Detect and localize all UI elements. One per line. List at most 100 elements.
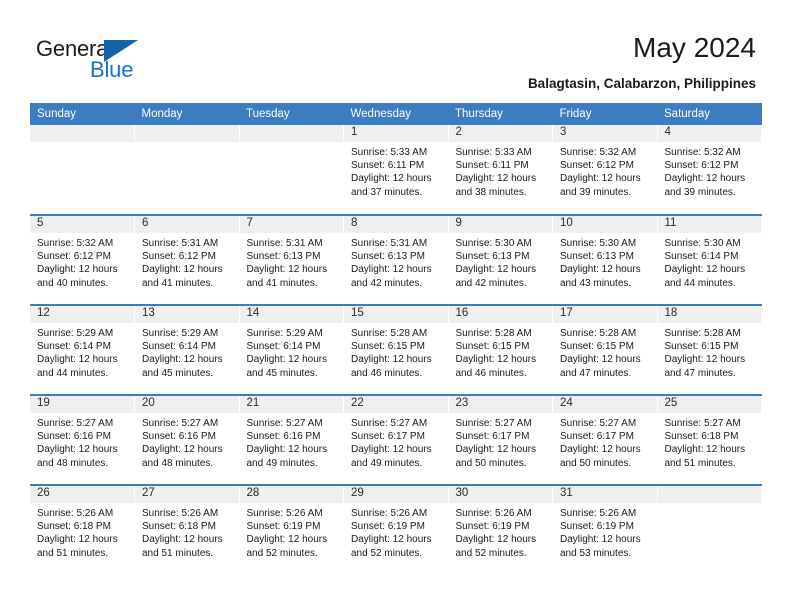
day-detail-line: Sunset: 6:12 PM [142,251,216,263]
day-detail-line: Daylight: 12 hours [351,173,432,185]
calendar-day-cell[interactable]: 13 Sunrise: 5:29 AM Sunset: 6:14 PM Dayligh… [134,304,240,395]
calendar-day-cell[interactable]: 14 Sunrise: 5:29 AM Sunset: 6:14 PM Dayligh… [239,304,344,395]
day-detail-line: Sunrise: 5:30 AM [664,238,741,249]
calendar-day-cell[interactable]: 4 Sunrise: 5:32 AM Sunset: 6:12 PM Daylight… [657,125,762,215]
calendar-day-cell[interactable]: 22 Sunrise: 5:27 AM Sunset: 6:17 PM Dayligh… [343,394,449,485]
calendar-day-cell[interactable]: 10 Sunrise: 5:30 AM Sunset: 6:13 PM Dayligh… [552,214,658,305]
day-detail-line: Sunset: 6:13 PM [246,251,321,263]
calendar-day-cell[interactable]: 21 Sunrise: 5:27 AM Sunset: 6:16 PM Dayligh… [239,394,344,485]
day-details: Sunrise: 5:26 AM Sunset: 6:18 PM Daylight:… [30,503,134,560]
day-number: 14 [239,306,343,323]
day-detail-line: Sunset: 6:19 PM [351,521,425,533]
page-title: May 2024 [633,32,756,63]
day-detail-line: Daylight: 12 hours [142,534,223,546]
calendar-day-cell[interactable]: 6 Sunrise: 5:31 AM Sunset: 6:12 PM Daylight… [134,214,240,305]
calendar-day-cell[interactable]: 29 Sunrise: 5:26 AM Sunset: 6:19 PM Dayligh… [343,484,449,575]
day-details: Sunrise: 5:30 AM Sunset: 6:13 PM Daylight:… [553,233,657,290]
calendar-day-cell[interactable]: 30 Sunrise: 5:26 AM Sunset: 6:19 PM Dayligh… [448,484,553,575]
calendar-day-cell[interactable]: 28 Sunrise: 5:26 AM Sunset: 6:19 PM Dayligh… [239,484,344,575]
day-detail-line: Sunset: 6:13 PM [351,251,425,263]
day-detail-line: and 42 minutes. [351,277,423,289]
day-detail-line: Daylight: 12 hours [664,173,746,185]
calendar-day-cell-empty [134,125,240,215]
day-detail-line: Sunset: 6:16 PM [37,431,111,443]
calendar-day-cell-empty [239,125,344,215]
day-detail-line: Sunset: 6:12 PM [560,160,634,172]
calendar-day-cell[interactable]: 17 Sunrise: 5:28 AM Sunset: 6:15 PM Dayligh… [552,304,658,395]
day-detail-line: Sunset: 6:18 PM [664,431,739,443]
day-detail-line: Sunrise: 5:32 AM [560,147,637,158]
weekday-header-tuesday: Tuesday [239,103,344,125]
calendar-day-cell[interactable]: 27 Sunrise: 5:26 AM Sunset: 6:18 PM Dayligh… [134,484,240,575]
day-detail-line: Daylight: 12 hours [142,444,223,456]
calendar-day-cell[interactable]: 25 Sunrise: 5:27 AM Sunset: 6:18 PM Dayligh… [657,394,762,485]
day-detail-line: and 51 minutes. [37,547,109,559]
day-detail-line: Sunset: 6:15 PM [351,341,425,353]
day-detail-line: Sunset: 6:19 PM [560,521,634,533]
calendar-week-row: 19 Sunrise: 5:27 AM Sunset: 6:16 PM Dayligh… [30,394,762,485]
day-number: 24 [553,396,657,413]
calendar-day-cell[interactable]: 12 Sunrise: 5:29 AM Sunset: 6:14 PM Dayligh… [30,304,135,395]
calendar-day-cell[interactable]: 9 Sunrise: 5:30 AM Sunset: 6:13 PM Daylight… [448,214,553,305]
general-blue-logo: General Blue [36,36,176,86]
calendar-day-cell[interactable]: 18 Sunrise: 5:28 AM Sunset: 6:15 PM Dayligh… [657,304,762,395]
day-details: Sunrise: 5:29 AM Sunset: 6:14 PM Daylight:… [30,323,134,380]
day-details: Sunrise: 5:32 AM Sunset: 6:12 PM Daylight:… [658,142,762,199]
day-detail-line: Sunset: 6:14 PM [664,251,739,263]
day-detail-line: and 52 minutes. [246,547,318,559]
day-detail-line: Daylight: 12 hours [142,264,223,276]
day-detail-line: Sunset: 6:13 PM [560,251,634,263]
day-number [30,125,134,142]
day-detail-line: and 41 minutes. [142,277,214,289]
day-detail-line: Sunrise: 5:31 AM [142,238,219,249]
calendar-day-cell[interactable]: 15 Sunrise: 5:28 AM Sunset: 6:15 PM Dayligh… [343,304,449,395]
day-detail-line: and 45 minutes. [246,367,318,379]
day-details: Sunrise: 5:26 AM Sunset: 6:19 PM Daylight:… [344,503,448,560]
calendar-day-cell[interactable]: 23 Sunrise: 5:27 AM Sunset: 6:17 PM Dayligh… [448,394,553,485]
day-detail-line: Daylight: 12 hours [37,264,118,276]
day-number [135,125,239,142]
day-detail-line: and 48 minutes. [37,457,109,469]
page-subtitle: Balagtasin, Calabarzon, Philippines [527,76,756,91]
calendar-day-cell[interactable]: 11 Sunrise: 5:30 AM Sunset: 6:14 PM Dayligh… [657,214,762,305]
calendar-day-cell[interactable]: 16 Sunrise: 5:28 AM Sunset: 6:15 PM Dayligh… [448,304,553,395]
weekday-header-friday: Friday [552,103,657,125]
day-detail-line: Sunset: 6:15 PM [664,341,739,353]
calendar-day-cell[interactable]: 26 Sunrise: 5:26 AM Sunset: 6:18 PM Dayligh… [30,484,135,575]
day-detail-line: Daylight: 12 hours [37,444,118,456]
calendar-day-cell[interactable]: 5 Sunrise: 5:32 AM Sunset: 6:12 PM Daylight… [30,214,135,305]
day-detail-line: Sunrise: 5:26 AM [37,508,114,519]
day-detail-line: and 53 minutes. [560,547,632,559]
calendar-day-cell[interactable]: 19 Sunrise: 5:27 AM Sunset: 6:16 PM Dayligh… [30,394,135,485]
calendar-day-cell[interactable]: 24 Sunrise: 5:27 AM Sunset: 6:17 PM Dayligh… [552,394,658,485]
day-detail-line: and 47 minutes. [560,367,632,379]
day-detail-line: Sunrise: 5:32 AM [37,238,114,249]
day-number: 17 [553,306,657,323]
calendar-day-cell[interactable]: 7 Sunrise: 5:31 AM Sunset: 6:13 PM Daylight… [239,214,344,305]
day-number: 25 [657,396,761,413]
day-detail-line: Daylight: 12 hours [664,264,746,276]
logo-text-blue: Blue [90,57,134,82]
day-details: Sunrise: 5:26 AM Sunset: 6:19 PM Daylight:… [240,503,344,560]
day-detail-line: Sunset: 6:18 PM [142,521,216,533]
calendar-day-cell[interactable]: 31 Sunrise: 5:26 AM Sunset: 6:19 PM Dayligh… [552,484,658,575]
day-number: 30 [448,486,552,503]
day-number: 7 [239,216,343,233]
day-details: Sunrise: 5:31 AM Sunset: 6:13 PM Daylight:… [344,233,448,290]
calendar-day-cell[interactable]: 20 Sunrise: 5:27 AM Sunset: 6:16 PM Dayligh… [134,394,240,485]
calendar-day-cell[interactable]: 1 Sunrise: 5:33 AM Sunset: 6:11 PM Daylight… [343,125,449,215]
day-detail-line: and 50 minutes. [560,457,632,469]
day-number: 3 [553,125,657,142]
day-number: 8 [344,216,448,233]
day-details: Sunrise: 5:26 AM Sunset: 6:19 PM Daylight:… [553,503,657,560]
day-number: 13 [135,306,239,323]
calendar-day-cell[interactable]: 8 Sunrise: 5:31 AM Sunset: 6:13 PM Daylight… [343,214,449,305]
calendar-day-cell[interactable]: 2 Sunrise: 5:33 AM Sunset: 6:11 PM Daylight… [448,125,553,215]
weekday-header-thursday: Thursday [448,103,553,125]
calendar-day-cell[interactable]: 3 Sunrise: 5:32 AM Sunset: 6:12 PM Daylight… [552,125,658,215]
day-detail-line: and 49 minutes. [246,457,318,469]
day-detail-line: Daylight: 12 hours [455,264,537,276]
day-detail-line: Sunrise: 5:28 AM [455,328,532,339]
weekday-header-wednesday: Wednesday [343,103,448,125]
day-detail-line: and 52 minutes. [455,547,527,559]
